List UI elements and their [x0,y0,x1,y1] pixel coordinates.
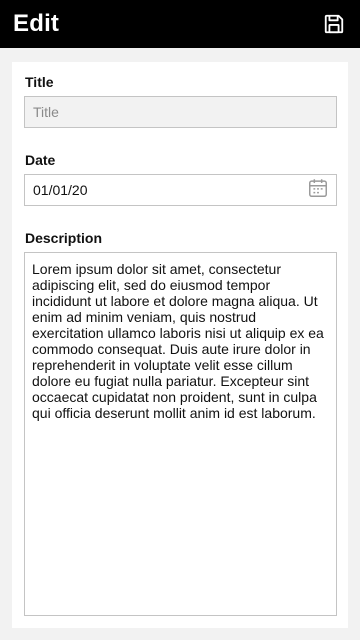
date-picker-button[interactable] [306,176,330,200]
save-button[interactable] [321,11,347,37]
page-title: Edit [13,10,60,37]
date-input[interactable] [24,174,337,206]
app-bar: Edit [0,0,360,48]
floppy-disk-icon [324,14,344,34]
title-label: Title [25,74,54,90]
calendar-icon [309,179,327,197]
description-label: Description [25,230,103,246]
title-input[interactable] [24,96,337,128]
description-textarea[interactable]: Lorem ipsum dolor sit amet, consectetur … [24,252,337,616]
date-label: Date [25,152,56,168]
edit-form: Title Date Description Lorem ipsum dolor… [12,62,348,628]
